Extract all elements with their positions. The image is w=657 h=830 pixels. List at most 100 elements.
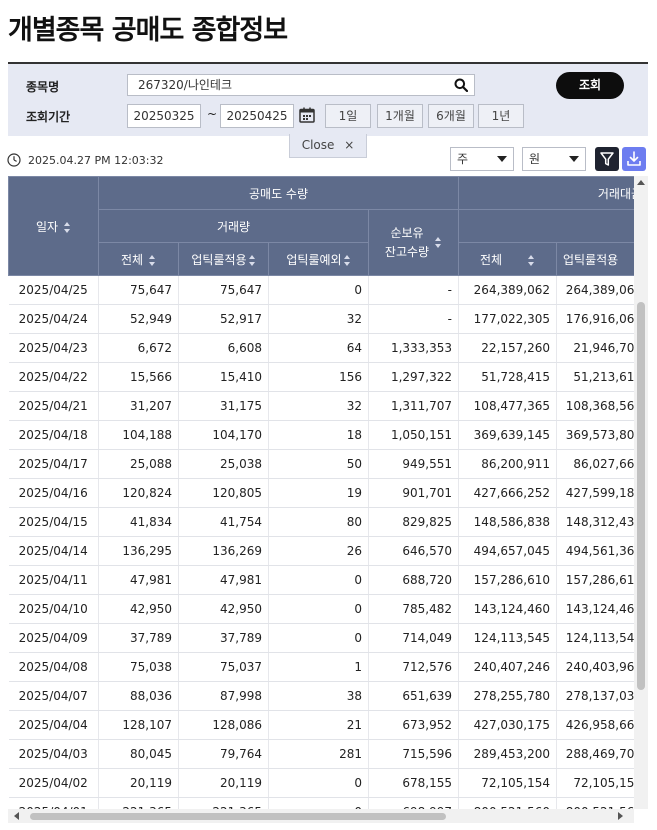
header-date[interactable]: 일자 xyxy=(8,176,99,276)
vertical-scrollbar[interactable] xyxy=(634,176,648,809)
header-amt-total[interactable]: 전체 xyxy=(458,242,558,276)
table-row[interactable]: 2025/04/16 120,824 120,805 19 901,701 427,666… xyxy=(8,478,634,508)
table-row[interactable]: 2025/04/10 42,950 42,950 0 785,482 143,124,46… xyxy=(8,594,634,624)
table-cell: 6,672 xyxy=(98,333,179,363)
table-row[interactable]: 2025/04/09 37,789 37,789 0 714,049 124,113,54… xyxy=(8,623,634,653)
sort-icon xyxy=(64,221,71,233)
header-qty-total[interactable]: 전체 xyxy=(98,242,179,276)
table-cell: 64 xyxy=(268,333,369,363)
table-row[interactable]: 2025/04/17 25,088 25,038 50 949,551 86,200,91… xyxy=(8,449,634,479)
table-row[interactable]: 2025/04/21 31,207 31,175 32 1,311,707 108,477… xyxy=(8,391,634,421)
period-button-1year[interactable]: 1년 xyxy=(478,104,524,128)
start-date-input[interactable]: 20250325 xyxy=(127,104,201,128)
table-cell: 80 xyxy=(268,507,369,537)
header-trade-qty: 거래량 xyxy=(98,209,369,243)
table-cell: 15,410 xyxy=(178,362,269,392)
table-cell: 949,551 xyxy=(368,449,460,479)
table-cell: 80,045 xyxy=(98,739,179,769)
table-cell: 25,038 xyxy=(178,449,269,479)
excel-download-button[interactable] xyxy=(622,147,646,171)
currency-unit-select[interactable]: 원 xyxy=(522,147,586,171)
period-button-1day[interactable]: 1일 xyxy=(325,104,371,128)
table-cell: 0 xyxy=(268,797,369,809)
table-cell: 52,917 xyxy=(178,304,269,334)
table-cell: 646,570 xyxy=(368,536,460,566)
table-row[interactable]: 2025/04/24 52,949 52,917 32-177,022,305 176,… xyxy=(8,304,634,334)
query-button[interactable]: 조회 xyxy=(556,72,624,99)
table-row[interactable]: 2025/04/14 136,295 136,269 26 646,570 494,657… xyxy=(8,536,634,566)
search-icon[interactable] xyxy=(454,78,468,92)
scroll-left-icon[interactable] xyxy=(14,812,19,820)
table-cell: 426,958,665 xyxy=(556,710,634,740)
table-cell: 143,124,460 xyxy=(458,594,558,624)
table-row[interactable]: 2025/04/04 128,107 128,086 21 673,952 427,030… xyxy=(8,710,634,740)
table-cell: 72,105,154 xyxy=(458,768,558,798)
header-trade-amount-group: 거래대금 xyxy=(458,176,634,210)
table-row[interactable]: 2025/04/11 47,981 47,981 0 688,720 157,286,61… xyxy=(8,565,634,595)
table-row[interactable]: 2025/04/25 75,647 75,647 0-264,389,062 264,3… xyxy=(8,275,634,305)
table-row[interactable]: 2025/04/07 88,036 87,998 38 651,639 278,255,7… xyxy=(8,681,634,711)
close-search-tab[interactable]: Close × xyxy=(289,134,367,158)
table-cell: 86,200,911 xyxy=(458,449,558,479)
period-button-6months[interactable]: 6개월 xyxy=(428,104,474,128)
table-cell: 52,949 xyxy=(98,304,179,334)
scroll-up-icon[interactable] xyxy=(637,180,645,185)
table-cell: 2025/04/24 xyxy=(8,304,99,334)
period-unit-select[interactable]: 주 xyxy=(450,147,514,171)
calendar-icon[interactable] xyxy=(298,106,316,124)
table-cell: 104,188 xyxy=(98,420,179,450)
timestamp: 2025.04.27 PM 12:03:32 xyxy=(28,154,164,167)
table-cell: 0 xyxy=(268,565,369,595)
table-cell: 2025/04/17 xyxy=(8,449,99,479)
chevron-down-icon xyxy=(497,156,507,162)
table-cell: 2025/04/01 xyxy=(8,797,99,809)
net-balance-line2: 잔고수량 xyxy=(384,244,430,259)
stock-search-input[interactable]: 267320/나인테크 xyxy=(127,74,475,96)
horizontal-scrollbar[interactable] xyxy=(8,809,634,823)
table-cell: 0 xyxy=(268,594,369,624)
table-cell: 157,286,610 xyxy=(556,565,634,595)
close-icon: × xyxy=(344,138,355,152)
table-cell: 1,311,707 xyxy=(368,391,460,421)
scroll-right-icon[interactable] xyxy=(618,812,623,820)
filter-button[interactable] xyxy=(595,147,619,171)
table-row[interactable]: 2025/04/02 20,119 20,119 0 678,155 72,105,154… xyxy=(8,768,634,798)
table-row[interactable]: 2025/04/18 104,188 104,170 18 1,050,151 369,6… xyxy=(8,420,634,450)
table-cell: 2025/04/25 xyxy=(8,275,99,305)
table-row[interactable]: 2025/04/08 75,038 75,037 1 712,576 240,407,24… xyxy=(8,652,634,682)
header-net-balance[interactable]: 순보유 잔고수량 xyxy=(367,209,460,276)
clock-icon xyxy=(7,153,21,167)
table-cell: 264,389,062 xyxy=(556,275,634,305)
table-cell: 31,175 xyxy=(178,391,269,421)
period-button-1month[interactable]: 1개월 xyxy=(377,104,423,128)
vertical-scroll-thumb[interactable] xyxy=(637,302,645,690)
table-row[interactable]: 2025/04/23 6,672 6,608 64 1,333,353 22,157,26… xyxy=(8,333,634,363)
table-row[interactable]: 2025/04/03 80,045 79,764 281 715,596 289,453,… xyxy=(8,739,634,769)
table-cell: 800,521,560 xyxy=(458,797,558,809)
header-qty-uptick-exempt[interactable]: 업틱룰예외 xyxy=(268,242,369,276)
short-selling-table: 일자 공매도 수량 거래대금 거래량 순보유 잔고수량 전체 업틱룰적용 업틱룰… xyxy=(8,176,634,809)
table-cell: 800,521,560 xyxy=(556,797,634,809)
table-cell: 2025/04/23 xyxy=(8,333,99,363)
table-cell: 221,365 xyxy=(98,797,179,809)
table-cell: 715,596 xyxy=(368,739,460,769)
period-label: 조회기간 xyxy=(26,110,71,124)
end-date-input[interactable]: 20250425 xyxy=(220,104,294,128)
table-row[interactable]: 2025/04/15 41,834 41,754 80 829,825 148,586,8… xyxy=(8,507,634,537)
table-cell: 2025/04/21 xyxy=(8,391,99,421)
table-cell: 2025/04/04 xyxy=(8,710,99,740)
table-cell: 240,407,246 xyxy=(458,652,558,682)
horizontal-scroll-thumb[interactable] xyxy=(30,813,446,820)
header-amt-uptick[interactable]: 업틱룰적용 xyxy=(556,242,634,276)
table-cell: 41,834 xyxy=(98,507,179,537)
table-cell: 38 xyxy=(268,681,369,711)
header-qty-uptick[interactable]: 업틱룰적용 xyxy=(178,242,269,276)
table-cell: 50 xyxy=(268,449,369,479)
table-cell: 72,105,154 xyxy=(556,768,634,798)
table-cell: 698,997 xyxy=(368,797,460,809)
table-row[interactable]: 2025/04/01221,365221,3650698,997800,521,… xyxy=(8,797,634,809)
stock-name-label: 종목명 xyxy=(26,80,60,94)
table-cell: 108,368,565 xyxy=(556,391,634,421)
table-cell: 2025/04/02 xyxy=(8,768,99,798)
table-row[interactable]: 2025/04/22 15,566 15,410 156 1,297,322 51,728… xyxy=(8,362,634,392)
